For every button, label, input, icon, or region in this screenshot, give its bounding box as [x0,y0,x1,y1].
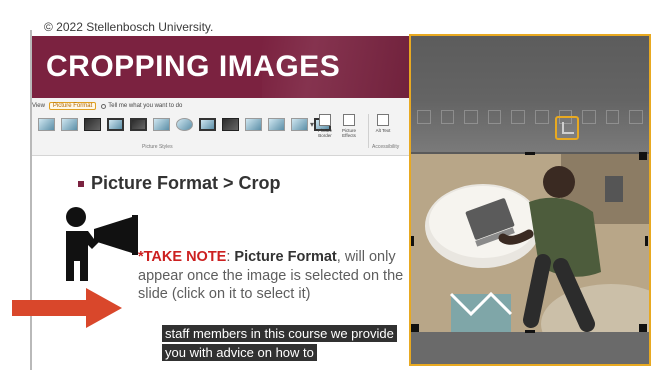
bullet-text: Picture Format > Crop [91,173,281,193]
picture-style-thumb[interactable] [153,118,170,131]
picture-style-thumb[interactable] [245,118,262,131]
picture-style-thumb[interactable] [38,118,55,131]
alt-text-button[interactable]: Alt Text [372,114,394,133]
tab-view[interactable]: View [32,103,49,109]
effects-icon [343,114,355,126]
lightbulb-icon [101,103,107,109]
crop-handle[interactable] [525,330,535,333]
picture-style-thumb[interactable] [291,118,308,131]
photo-person-with-laptop [411,154,649,332]
video-frame: © 2022 Stellenbosch University. CROPPING… [0,0,653,378]
tell-me-box[interactable]: Tell me what you want to do [96,103,182,109]
picture-effects-button[interactable]: Picture Effects [338,114,360,138]
picture-style-thumb[interactable] [84,118,101,131]
picture-style-thumb[interactable] [199,118,216,131]
picture-style-thumb[interactable] [61,118,78,131]
tell-me-text: Tell me what you want to do [108,103,183,109]
crop-handle[interactable] [639,324,647,332]
ribbon-group-picture-styles: Picture Styles [142,144,173,150]
photo-illustration [411,154,649,332]
ribbon-divider [368,114,369,148]
copyright-text: © 2022 Stellenbosch University. [44,20,214,34]
picture-styles-gallery[interactable] [38,118,331,131]
pen-icon [319,114,331,126]
picture-format-emphasis: Picture Format [234,249,337,265]
crop-icon[interactable] [555,116,579,140]
crop-handle[interactable] [525,152,535,155]
ribbon-screenshot: View Picture Format Tell me what you wan… [32,98,412,156]
take-note-label: *TAKE NOTE [138,249,227,265]
picture-style-thumb[interactable] [268,118,285,131]
crop-handle[interactable] [411,324,419,332]
picture-style-thumb[interactable] [130,118,147,131]
crop-handle[interactable] [639,152,647,160]
ribbon-tabs: View Picture Format Tell me what you wan… [32,100,182,112]
video-captions: staff members in this course we provide … [162,325,397,362]
crop-handle[interactable] [645,236,648,246]
red-arrow-icon [12,288,122,328]
picture-border-button[interactable]: Picture Border [314,114,336,138]
crop-handle[interactable] [411,236,414,246]
cropped-image-preview[interactable] [409,34,651,366]
faded-ribbon-overlay [411,106,649,150]
picture-style-thumb[interactable] [107,118,124,131]
bullet-item: Picture Format > Crop [78,173,281,194]
image-top-area [411,36,649,152]
picture-style-thumb[interactable] [222,118,239,131]
title-banner: CROPPING IMAGES [32,36,412,98]
tab-picture-format[interactable]: Picture Format [48,102,97,110]
alt-text-icon [377,114,389,126]
ribbon-group-accessibility: Accessibility [372,144,400,150]
take-note-paragraph: *TAKE NOTE: Picture Format, will only ap… [138,249,404,302]
image-bottom-area [411,332,649,364]
page-title: CROPPING IMAGES [46,50,341,83]
megaphone-person-icon [66,207,138,281]
caption-line: you with advice on how to [162,344,317,361]
bullet-square-icon [78,180,84,187]
picture-style-thumb[interactable] [176,118,193,131]
caption-line: staff members in this course we provide [162,325,397,342]
